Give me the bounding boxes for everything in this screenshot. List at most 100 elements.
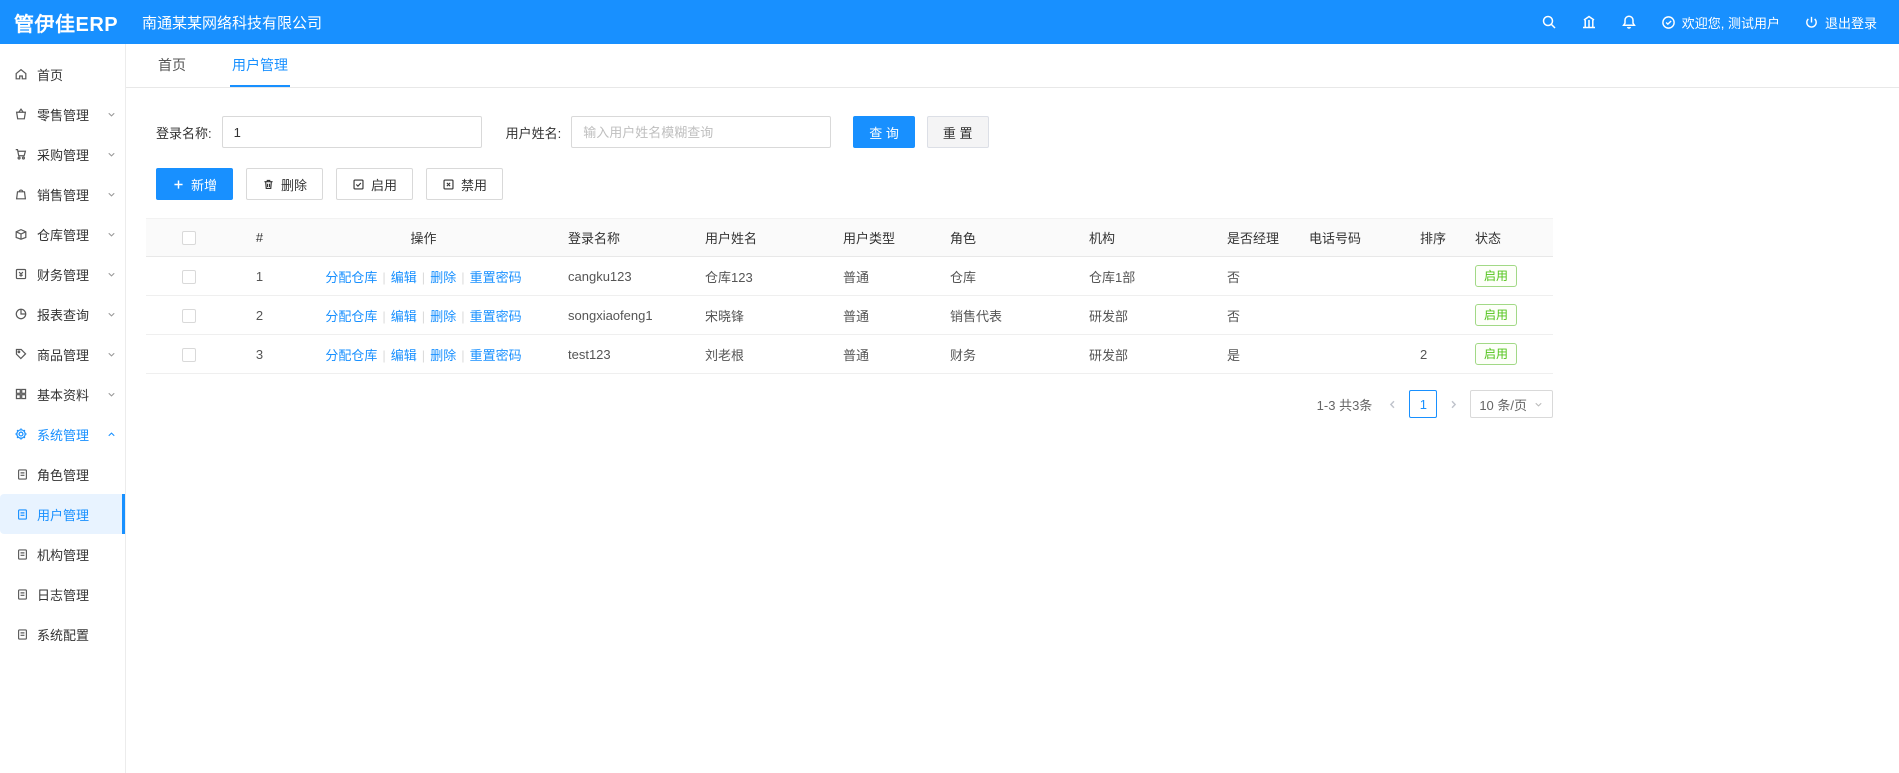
sidebar-item-basic-data[interactable]: 基本资料 bbox=[0, 374, 125, 414]
app-logo: 管伊佳ERP bbox=[14, 13, 119, 36]
table-row: 1 分配仓库 | 编辑 | 删除 | 重置密码 cangku123 仓库123 普通 仓库 … bbox=[146, 256, 1553, 296]
sidebar-item-finance[interactable]: 财务管理 bbox=[0, 254, 125, 294]
cell-status: 启用 bbox=[1467, 256, 1553, 296]
search-icon[interactable] bbox=[1541, 14, 1557, 30]
tab-label: 首页 bbox=[158, 56, 186, 73]
table-toolbar: 新增 删除 启用 禁用 bbox=[156, 168, 1879, 200]
cell-sort bbox=[1412, 295, 1467, 335]
select-all-checkbox[interactable] bbox=[182, 231, 196, 246]
reset-password-link[interactable]: 重置密码 bbox=[470, 270, 522, 285]
sidebar-item-label: 采购管理 bbox=[37, 147, 90, 163]
sidebar-item-reports[interactable]: 报表查询 bbox=[0, 294, 125, 334]
row-checkbox[interactable] bbox=[182, 347, 196, 362]
add-button[interactable]: 新增 bbox=[156, 168, 234, 200]
plus-icon bbox=[174, 179, 183, 189]
delete-link[interactable]: 删除 bbox=[430, 270, 456, 285]
document-icon bbox=[18, 468, 27, 480]
disable-button[interactable]: 禁用 bbox=[426, 168, 504, 200]
assign-warehouse-link[interactable]: 分配仓库 bbox=[325, 270, 377, 285]
cell-type: 普通 bbox=[835, 256, 942, 296]
login-name-input[interactable] bbox=[221, 116, 482, 148]
delete-button[interactable]: 删除 bbox=[246, 168, 324, 200]
x-square-icon bbox=[443, 178, 454, 190]
reset-password-link[interactable]: 重置密码 bbox=[470, 309, 522, 324]
cell-name: 仓库123 bbox=[697, 256, 835, 296]
sidebar-item-label: 用户管理 bbox=[37, 507, 90, 523]
edit-link[interactable]: 编辑 bbox=[391, 270, 417, 285]
user-name-input[interactable] bbox=[571, 116, 832, 148]
cell-status: 启用 bbox=[1467, 295, 1553, 335]
sidebar-item-sales[interactable]: 销售管理 bbox=[0, 174, 125, 214]
bell-icon[interactable] bbox=[1621, 14, 1637, 30]
edit-link[interactable]: 编辑 bbox=[391, 348, 417, 363]
chevron-down-icon bbox=[108, 272, 115, 277]
enable-button[interactable]: 启用 bbox=[336, 168, 414, 200]
cell-operations: 分配仓库 | 编辑 | 删除 | 重置密码 bbox=[287, 295, 560, 335]
tab-home[interactable]: 首页 bbox=[156, 44, 188, 87]
delete-link[interactable]: 删除 bbox=[430, 348, 456, 363]
cell-type: 普通 bbox=[835, 295, 942, 335]
main-area: 首页 用户管理 登录名称: 用户姓名: 查 询 重 置 新增 bbox=[126, 44, 1899, 773]
table-row: 2 分配仓库 | 编辑 | 删除 | 重置密码 songxiaofeng1 宋晓锋 普通 销… bbox=[146, 295, 1553, 335]
sidebar-item-retail[interactable]: 零售管理 bbox=[0, 94, 125, 134]
cell-name: 宋晓锋 bbox=[697, 295, 835, 335]
document-icon bbox=[18, 588, 27, 600]
edit-link[interactable]: 编辑 bbox=[391, 309, 417, 324]
sidebar-item-role-management[interactable]: 角色管理 bbox=[0, 454, 125, 494]
sidebar-item-warehouse[interactable]: 仓库管理 bbox=[0, 214, 125, 254]
reset-button[interactable]: 重 置 bbox=[926, 116, 989, 148]
sidebar-item-purchase[interactable]: 采购管理 bbox=[0, 134, 125, 174]
col-header-login: 登录名称 bbox=[560, 218, 697, 257]
query-button[interactable]: 查 询 bbox=[853, 116, 915, 148]
next-page-button[interactable] bbox=[1447, 398, 1460, 411]
sidebar-item-system[interactable]: 系统管理 bbox=[0, 414, 125, 454]
delete-button-label: 删除 bbox=[281, 177, 308, 193]
prev-page-button[interactable] bbox=[1386, 398, 1399, 411]
op-separator: | bbox=[382, 308, 386, 324]
user-name-label: 用户姓名: bbox=[505, 125, 562, 141]
chevron-left-icon bbox=[1390, 400, 1395, 408]
sidebar-item-org-management[interactable]: 机构管理 bbox=[0, 534, 125, 574]
assign-warehouse-link[interactable]: 分配仓库 bbox=[325, 348, 377, 363]
search-form: 登录名称: 用户姓名: 查 询 重 置 bbox=[156, 116, 1879, 148]
document-icon bbox=[18, 628, 27, 640]
tab-label: 用户管理 bbox=[232, 56, 288, 73]
logout-button[interactable]: 退出登录 bbox=[1804, 13, 1877, 32]
sidebar-item-label: 商品管理 bbox=[37, 347, 90, 363]
cell-org: 研发部 bbox=[1081, 334, 1219, 374]
status-badge: 启用 bbox=[1475, 265, 1518, 287]
op-separator: | bbox=[461, 308, 465, 324]
logout-icon bbox=[1806, 16, 1817, 28]
col-header-type: 用户类型 bbox=[835, 218, 942, 257]
cell-role: 销售代表 bbox=[942, 295, 1081, 335]
home-page-icon bbox=[15, 68, 27, 80]
cell-num: 2 bbox=[232, 295, 287, 335]
sidebar-item-label: 报表查询 bbox=[37, 307, 90, 323]
reset-password-link[interactable]: 重置密码 bbox=[470, 348, 522, 363]
status-badge: 启用 bbox=[1475, 304, 1518, 326]
table-header-row: # 操作 登录名称 用户姓名 用户类型 角色 机构 是否经理 电话号码 排序 状… bbox=[146, 218, 1553, 257]
op-separator: | bbox=[461, 269, 465, 285]
cell-num: 1 bbox=[232, 256, 287, 296]
sidebar-item-home[interactable]: 首页 bbox=[0, 54, 125, 94]
page-size-select[interactable]: 10 条/页 bbox=[1470, 390, 1553, 418]
row-checkbox[interactable] bbox=[182, 308, 196, 323]
sidebar-item-log-management[interactable]: 日志管理 bbox=[0, 574, 125, 614]
row-checkbox[interactable] bbox=[182, 269, 196, 284]
welcome-user[interactable]: 欢迎您, 测试用户 bbox=[1661, 13, 1780, 32]
sidebar-item-products[interactable]: 商品管理 bbox=[0, 334, 125, 374]
chevron-right-icon bbox=[1451, 400, 1457, 408]
top-bar: 管伊佳ERP 南通某某网络科技有限公司 欢迎您, 测试用户 退出登录 bbox=[0, 0, 1899, 44]
document-icon bbox=[18, 508, 27, 520]
home-icon[interactable] bbox=[1581, 14, 1597, 30]
tab-user-management[interactable]: 用户管理 bbox=[230, 44, 290, 87]
assign-warehouse-link[interactable]: 分配仓库 bbox=[325, 309, 377, 324]
check-square-icon bbox=[353, 178, 364, 190]
status-badge: 启用 bbox=[1475, 343, 1518, 365]
delete-link[interactable]: 删除 bbox=[430, 309, 456, 324]
sidebar-item-label: 财务管理 bbox=[37, 267, 90, 283]
cell-login: test123 bbox=[560, 334, 697, 374]
sidebar-item-user-management[interactable]: 用户管理 bbox=[0, 494, 125, 534]
page-number-button[interactable]: 1 bbox=[1409, 390, 1438, 418]
sidebar-item-system-config[interactable]: 系统配置 bbox=[0, 614, 125, 654]
